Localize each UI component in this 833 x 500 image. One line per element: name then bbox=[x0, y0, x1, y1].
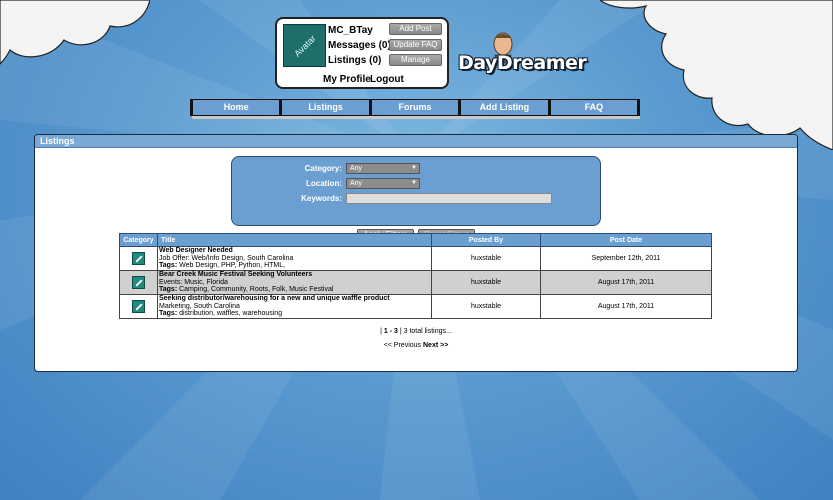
next-link[interactable]: Next >> bbox=[423, 342, 448, 349]
dropdown-arrow-icon: ▼ bbox=[411, 180, 417, 186]
location-value: Any bbox=[350, 180, 363, 187]
listing-meta: Job Offer: Web/Info Design, South Caroli… bbox=[159, 254, 294, 262]
nav-listings[interactable]: Listings bbox=[282, 100, 369, 115]
post-date-cell: August 17th, 2011 bbox=[540, 270, 712, 295]
avatar-label: Avatar bbox=[291, 32, 318, 59]
edit-icon[interactable] bbox=[132, 300, 145, 313]
listings-link[interactable]: Listings (0) bbox=[328, 55, 381, 66]
nav-add-listing[interactable]: Add Listing bbox=[461, 100, 548, 115]
listing-tags: Tags: Web Design, PHP, Python, HTML, bbox=[159, 262, 431, 270]
listing-title-link[interactable]: Bear Creek Music Festival Seeking Volunt… bbox=[159, 271, 431, 279]
tags-value: Web Design, PHP, Python, HTML, bbox=[179, 262, 286, 270]
listing-meta: Marketing, South Carolina bbox=[159, 302, 240, 310]
category-label: Category: bbox=[304, 164, 342, 173]
location-label: Location: bbox=[306, 179, 342, 188]
listings-panel: Listings Category: Any ▼ Location: Any ▼… bbox=[34, 134, 798, 372]
cloud-top-left bbox=[0, 0, 150, 65]
nav-faq[interactable]: FAQ bbox=[550, 100, 638, 115]
category-cell bbox=[119, 246, 158, 271]
tags-label: Tags: bbox=[159, 262, 178, 270]
table-row[interactable]: Seeking distributor/warehousing for a ne… bbox=[119, 294, 712, 319]
pagination-range[interactable]: 1 - 3 bbox=[384, 328, 398, 335]
tags-value: Camping, Community, Roots, Folk, Music F… bbox=[179, 286, 334, 294]
listing-title-link[interactable]: Web Designer Needed bbox=[159, 247, 431, 255]
title-cell: Web Designer Needed Job Offer: Web/Info … bbox=[157, 246, 432, 271]
listings-table: Category Title Posted By Post Date Web D… bbox=[119, 233, 712, 319]
nav-home[interactable]: Home bbox=[193, 100, 280, 115]
column-header-title[interactable]: Title bbox=[157, 233, 432, 247]
previous-link[interactable]: << Previous bbox=[384, 342, 421, 349]
my-profile-link[interactable]: My Profile bbox=[323, 74, 371, 85]
tags-label: Tags: bbox=[159, 310, 178, 318]
column-header-post-date[interactable]: Post Date bbox=[540, 233, 712, 247]
main-nav: Home Listings Forums Add Listing FAQ bbox=[190, 99, 640, 116]
avatar[interactable]: Avatar bbox=[283, 24, 326, 67]
keywords-input[interactable] bbox=[346, 193, 552, 204]
category-select[interactable]: Any ▼ bbox=[346, 163, 420, 174]
pager: << Previous Next >> bbox=[35, 342, 797, 349]
tags-value: distribution, waffles, warehousing bbox=[179, 310, 283, 318]
messages-link[interactable]: Messages (0) bbox=[328, 40, 391, 51]
table-header-row: Category Title Posted By Post Date bbox=[119, 233, 712, 247]
table-row[interactable]: Bear Creek Music Festival Seeking Volunt… bbox=[119, 270, 712, 295]
listing-title-link[interactable]: Seeking distributor/warehousing for a ne… bbox=[159, 295, 431, 303]
pagination-info: | 1 - 3 | 3 total listings... bbox=[35, 328, 797, 335]
update-faq-button[interactable]: Update FAQ bbox=[389, 39, 442, 51]
manage-users-button[interactable]: Manage Users bbox=[389, 54, 442, 74]
cloud-top-right bbox=[600, 0, 833, 150]
site-logo[interactable]: DayDreamer bbox=[458, 52, 587, 74]
category-value: Any bbox=[350, 165, 363, 172]
table-row[interactable]: Web Designer Needed Job Offer: Web/Info … bbox=[119, 246, 712, 271]
user-panel: Avatar MC_BTay Messages (0) Listings (0)… bbox=[275, 17, 449, 89]
username[interactable]: MC_BTay bbox=[328, 25, 373, 36]
filter-box: Category: Any ▼ Location: Any ▼ Keywords… bbox=[231, 156, 601, 241]
post-date-cell: August 17th, 2011 bbox=[540, 294, 712, 319]
listing-meta: Events: Music, Florida bbox=[159, 278, 228, 286]
category-cell bbox=[119, 294, 158, 319]
pagination-total: | 3 total listings... bbox=[397, 328, 452, 335]
category-cell bbox=[119, 270, 158, 295]
listing-tags: Tags: Camping, Community, Roots, Folk, M… bbox=[159, 286, 431, 294]
edit-icon[interactable] bbox=[132, 276, 145, 289]
posted-by-cell: huxstable bbox=[431, 246, 541, 271]
add-post-button[interactable]: Add Post bbox=[389, 23, 442, 35]
tags-label: Tags: bbox=[159, 286, 178, 294]
posted-by-cell: huxstable bbox=[431, 270, 541, 295]
posted-by-cell: huxstable bbox=[431, 294, 541, 319]
panel-title: Listings bbox=[35, 135, 797, 148]
title-cell: Bear Creek Music Festival Seeking Volunt… bbox=[157, 270, 432, 295]
keywords-label: Keywords: bbox=[301, 194, 342, 203]
nav-forums[interactable]: Forums bbox=[371, 100, 459, 115]
listing-tags: Tags: distribution, waffles, warehousing bbox=[159, 310, 431, 318]
edit-icon[interactable] bbox=[132, 252, 145, 265]
dropdown-arrow-icon: ▼ bbox=[411, 165, 417, 171]
nav-shadow bbox=[192, 116, 640, 119]
column-header-posted-by[interactable]: Posted By bbox=[431, 233, 541, 247]
logout-link[interactable]: Logout bbox=[370, 74, 404, 85]
column-header-category[interactable]: Category bbox=[119, 233, 158, 247]
post-date-cell: September 12th, 2011 bbox=[540, 246, 712, 271]
title-cell: Seeking distributor/warehousing for a ne… bbox=[157, 294, 432, 319]
location-select[interactable]: Any ▼ bbox=[346, 178, 420, 189]
